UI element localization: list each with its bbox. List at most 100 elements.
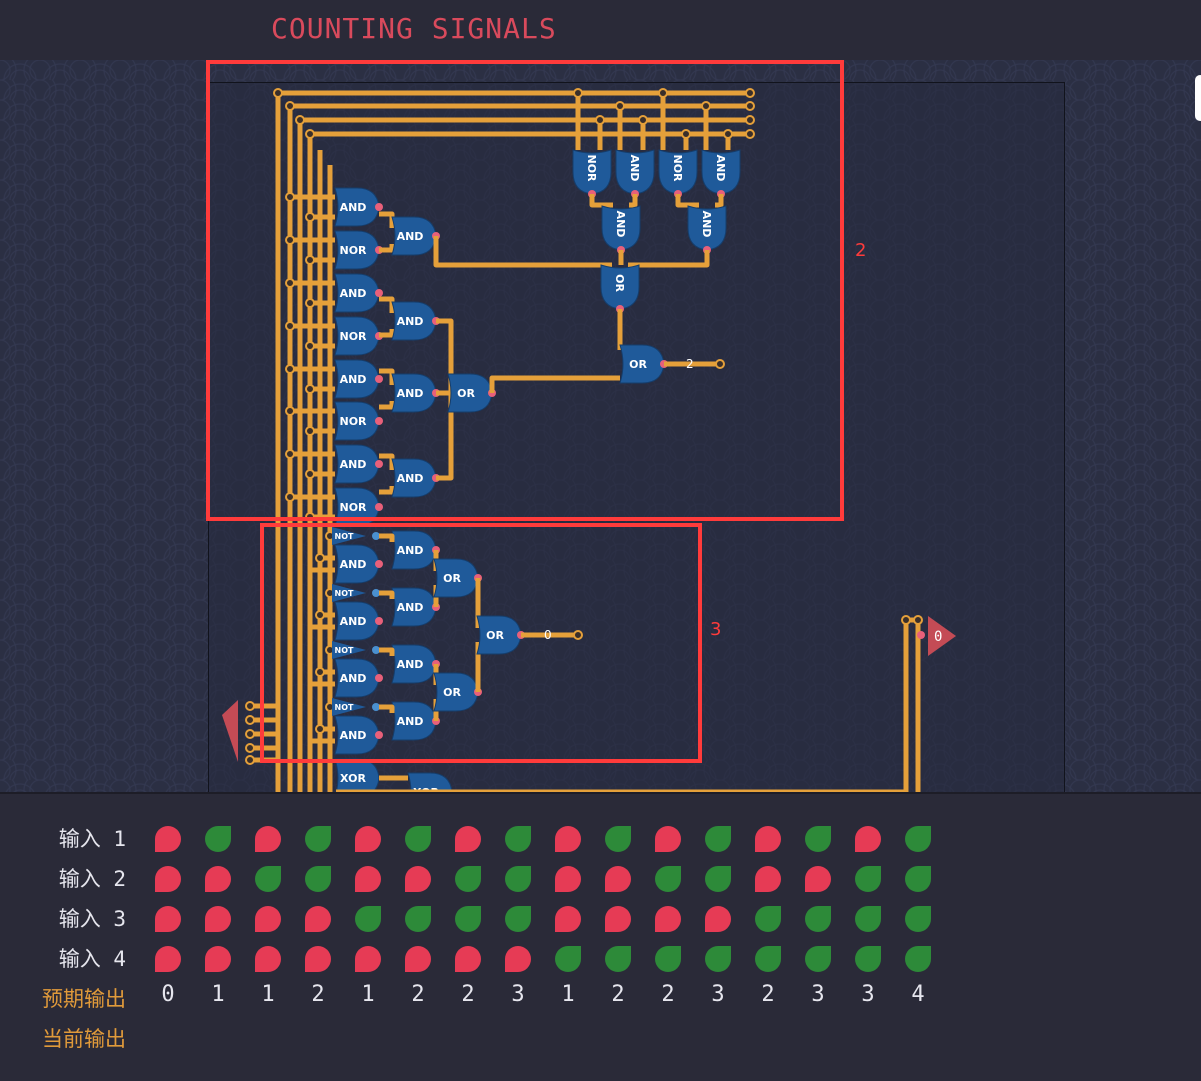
input-signal-on [705, 826, 731, 852]
and-gate[interactable]: AND [391, 216, 437, 256]
wire-node [745, 88, 755, 98]
and-gate[interactable]: AND [391, 458, 437, 498]
nor-gate[interactable]: NOR [334, 230, 380, 270]
gate-label: AND [340, 201, 367, 214]
expected-output-value: 2 [411, 982, 425, 1007]
wire-node [315, 667, 325, 677]
or-gate[interactable]: OR [476, 615, 522, 655]
circuit-workspace[interactable]: AND NOR AND NOR AND NOR AND NOR AND AND AND AND OR NO… [0, 60, 1201, 792]
annotation-label-3: 3 [710, 619, 721, 640]
input-signal-on [905, 826, 931, 852]
and-gate[interactable]: AND [334, 715, 380, 755]
gate-label: AND [397, 601, 424, 614]
or-gate[interactable]: OR [433, 558, 479, 598]
or-gate[interactable]: OR [619, 344, 665, 384]
and-gate[interactable]: AND [391, 301, 437, 341]
and-gate[interactable]: AND [334, 187, 380, 227]
and-gate[interactable]: AND [391, 587, 437, 627]
not-gate[interactable]: NOT [332, 584, 366, 602]
input-signal-off [205, 866, 231, 892]
wire-node [315, 724, 325, 734]
nor-gate[interactable]: NOR [658, 149, 698, 195]
gate-label: AND [397, 658, 424, 671]
gate-label: AND [340, 672, 367, 685]
expected-output-value: 3 [811, 982, 825, 1007]
input-signal-off [405, 866, 431, 892]
wire [379, 296, 395, 313]
expected-output-value: 2 [611, 982, 625, 1007]
nor-gate[interactable]: NOR [334, 401, 380, 441]
input-signal-on [805, 946, 831, 972]
side-panel-tab[interactable] [1195, 75, 1201, 121]
wire-node [285, 321, 295, 331]
and-gate[interactable]: AND [334, 273, 380, 313]
or-gate[interactable]: OR [433, 672, 479, 712]
input-signal-off [555, 906, 581, 932]
or-gate[interactable]: OR [600, 264, 640, 310]
wire-node [305, 384, 315, 394]
and-gate[interactable]: AND [391, 701, 437, 741]
and-gate[interactable]: AND [687, 205, 727, 251]
gate-label: OR [443, 686, 461, 699]
gate-label: OR [457, 387, 475, 400]
and-gate[interactable]: AND [334, 658, 380, 698]
and-gate[interactable]: AND [391, 373, 437, 413]
input-signal-off [805, 866, 831, 892]
input-signal-on [505, 826, 531, 852]
wire-node [245, 701, 255, 711]
input-signal-off [205, 906, 231, 932]
wire-node [285, 101, 295, 111]
circuit-canvas[interactable]: AND NOR AND NOR AND NOR AND NOR AND AND AND AND OR NO… [0, 60, 1201, 792]
wire-node [285, 192, 295, 202]
and-gate[interactable]: AND [601, 205, 641, 251]
wire [379, 533, 395, 542]
and-gate[interactable]: AND [391, 530, 437, 570]
expected-output-value: 2 [761, 982, 775, 1007]
gate-pin [375, 617, 383, 625]
input-signal-off [705, 906, 731, 932]
input-arrow[interactable] [222, 700, 238, 762]
gate-pin [917, 631, 925, 639]
input-signal-on [555, 946, 581, 972]
input-signal-off [255, 906, 281, 932]
and-gate[interactable]: AND [334, 444, 380, 484]
wire-node [615, 101, 625, 111]
gate-label: AND [397, 387, 424, 400]
gate-label: AND [397, 315, 424, 328]
input-signal-on [755, 906, 781, 932]
gate-label: AND [397, 715, 424, 728]
and-gate[interactable]: AND [334, 601, 380, 641]
not-gate[interactable]: NOT [332, 698, 366, 716]
gate-pin [372, 532, 380, 540]
input-signal-off [155, 946, 181, 972]
gate-label: NOT [335, 532, 354, 541]
nor-gate[interactable]: NOR [334, 316, 380, 356]
gate-pin [375, 289, 383, 297]
wire-node [305, 298, 315, 308]
and-gate[interactable]: AND [615, 149, 655, 195]
and-gate[interactable]: AND [334, 359, 380, 399]
input-signal-off [205, 946, 231, 972]
input-signal-off [155, 866, 181, 892]
not-gate[interactable]: NOT [332, 641, 366, 659]
output-label-0: 0 [544, 628, 552, 642]
or-gate[interactable]: OR [447, 373, 493, 413]
gate-label: NOR [339, 244, 367, 257]
and-gate[interactable]: AND [701, 149, 741, 195]
input-signal-on [905, 946, 931, 972]
nor-gate[interactable]: NOR [572, 149, 612, 195]
wire-node [285, 492, 295, 502]
gate-label: NOR [339, 415, 367, 428]
gate-label: OR [443, 572, 461, 585]
and-gate[interactable]: AND [334, 544, 380, 584]
wire-node [681, 129, 691, 139]
xor-gate[interactable]: XOR [407, 772, 453, 792]
not-gate[interactable]: NOT [332, 527, 366, 545]
and-gate[interactable]: AND [391, 644, 437, 684]
input-signal-off [655, 826, 681, 852]
wire-node [573, 630, 583, 640]
input-signal-on [855, 866, 881, 892]
wire-node [901, 615, 911, 625]
xor-gate[interactable]: XOR [334, 758, 380, 792]
wire-node [723, 129, 733, 139]
